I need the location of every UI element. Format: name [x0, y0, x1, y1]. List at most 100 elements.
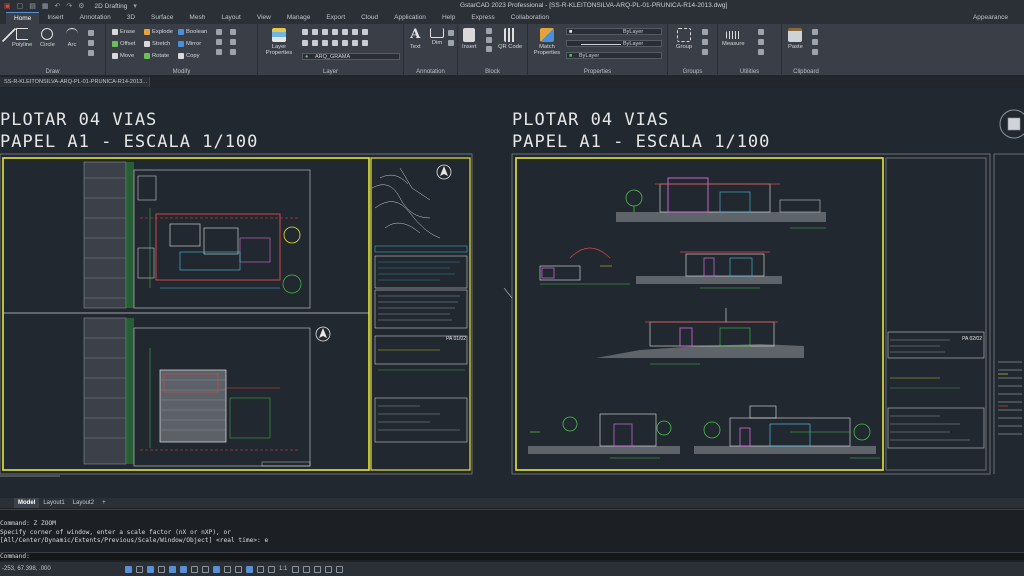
copy-base-icon[interactable] — [812, 49, 818, 55]
tab-annotation[interactable]: Annotation — [72, 12, 119, 24]
quick-select-icon[interactable] — [758, 29, 764, 35]
workspace-switch-icon[interactable] — [292, 565, 300, 573]
navigation-cube-icon[interactable] — [999, 109, 1024, 139]
hardware-acceleration-icon[interactable] — [314, 565, 322, 573]
stretch-button[interactable]: Stretch — [144, 41, 170, 47]
tab-view[interactable]: View — [249, 12, 279, 24]
auto-scale-icon[interactable] — [257, 565, 264, 573]
model-space-icon[interactable] — [125, 565, 132, 573]
dynamic-input-icon[interactable] — [202, 565, 209, 573]
tab-home[interactable]: Home — [6, 12, 40, 24]
id-point-icon[interactable] — [758, 49, 764, 55]
command-input[interactable]: Command: — [0, 551, 1024, 560]
app-menu-icon[interactable]: ▣ — [4, 2, 11, 10]
polar-tracking-icon[interactable] — [169, 565, 176, 573]
calculator-icon[interactable] — [758, 39, 764, 45]
workspace-selector[interactable]: 2D Drafting — [95, 3, 128, 10]
chevron-down-icon[interactable]: ▾ — [133, 2, 137, 10]
polyline-button[interactable]: Polyline — [12, 28, 32, 48]
ungroup-icon[interactable] — [702, 29, 708, 35]
join-icon[interactable] — [230, 49, 236, 55]
tab-surface[interactable]: Surface — [143, 12, 181, 24]
layer-previous-icon[interactable] — [302, 40, 308, 46]
redo-icon[interactable]: ↷ — [66, 2, 72, 10]
tab-cloud[interactable]: Cloud — [353, 12, 386, 24]
undo-icon[interactable]: ↶ — [55, 2, 61, 10]
boolean-button[interactable]: Boolean — [178, 29, 207, 35]
copy-button[interactable]: Copy — [178, 53, 200, 59]
match-properties-button[interactable]: Match Properties — [532, 28, 562, 56]
save-icon[interactable]: ▦ — [42, 2, 49, 10]
spline-icon[interactable] — [88, 50, 94, 56]
scale-icon[interactable] — [230, 29, 236, 35]
layer-properties-button[interactable]: Layer Properties — [264, 28, 294, 56]
trim-icon[interactable] — [216, 29, 222, 35]
annotation-scale-value[interactable]: 1:1 — [279, 566, 287, 572]
tab-insert[interactable]: Insert — [39, 12, 71, 24]
qr-code-button[interactable]: QR Code — [498, 28, 522, 50]
tab-express[interactable]: Express — [463, 12, 502, 24]
open-icon[interactable]: ▤ — [29, 2, 36, 10]
tab-export[interactable]: Export — [318, 12, 353, 24]
dim-button[interactable]: Dim — [430, 28, 444, 46]
rectangle-icon[interactable] — [88, 30, 94, 36]
current-layer-dropdown[interactable]: ARQ_GRAMA ● — [302, 53, 400, 60]
tab-layout[interactable]: Layout — [213, 12, 249, 24]
isolate-objects-icon[interactable] — [303, 565, 311, 573]
layer-isolate-icon[interactable] — [312, 29, 318, 35]
customize-icon[interactable] — [336, 565, 344, 573]
annotation-visibility-icon[interactable] — [246, 565, 253, 573]
layer-freeze-icon[interactable] — [332, 29, 338, 35]
cut-icon[interactable] — [812, 29, 818, 35]
tab-3d[interactable]: 3D — [119, 12, 143, 24]
drawing-canvas[interactable]: PLOTAR 04 VIAS PAPEL A1 - ESCALA 1/100 P… — [0, 88, 1024, 498]
hatch-icon[interactable] — [88, 40, 94, 46]
text-button[interactable]: A Text — [410, 28, 421, 51]
object-snap-tracking-icon[interactable] — [191, 565, 198, 573]
transparency-icon[interactable] — [224, 565, 231, 573]
layer-thaw-icon[interactable] — [332, 40, 338, 46]
color-dropdown[interactable]: ■ ByLayer — [566, 28, 662, 35]
coordinates-readout[interactable]: -253, 67.398, .000 — [0, 566, 120, 572]
tab-layout2[interactable]: Layout2 — [69, 498, 98, 508]
file-tab[interactable]: SS-R-KLEITONSILVA-ARQ-PL-01-PRUNICA-R14-… — [0, 77, 150, 87]
leader-icon[interactable] — [448, 30, 454, 36]
layer-match-icon[interactable] — [352, 29, 358, 35]
tab-model[interactable]: Model — [14, 498, 40, 508]
appearance-menu[interactable]: Appearance — [973, 12, 1008, 24]
layer-unisolate-icon[interactable] — [312, 40, 318, 46]
group-edit-icon[interactable] — [702, 39, 708, 45]
group-select-icon[interactable] — [702, 49, 708, 55]
layer-copy-icon[interactable] — [352, 40, 358, 46]
insert-block-button[interactable]: Insert — [462, 28, 477, 50]
tab-collaboration[interactable]: Collaboration — [503, 12, 557, 24]
layer-off-icon[interactable] — [322, 29, 328, 35]
group-button[interactable]: Group — [676, 28, 692, 50]
lineweight-dropdown[interactable]: ByLayer — [566, 40, 662, 47]
grid-icon[interactable] — [136, 565, 143, 573]
workspace-gear-icon[interactable]: ⚙ — [78, 2, 84, 10]
copy-clip-icon[interactable] — [812, 39, 818, 45]
layer-on-icon[interactable] — [322, 40, 328, 46]
selection-cycling-icon[interactable] — [235, 565, 242, 573]
tab-help[interactable]: Help — [434, 12, 463, 24]
annotation-scale-icon[interactable] — [268, 565, 275, 573]
clean-screen-icon[interactable] — [325, 565, 333, 573]
table-icon[interactable] — [448, 40, 454, 46]
erase-button[interactable]: Erase — [112, 29, 135, 35]
layer-walk-icon[interactable] — [362, 29, 368, 35]
mirror-button[interactable]: Mirror — [178, 41, 201, 47]
snap-icon[interactable] — [147, 565, 154, 573]
ortho-icon[interactable] — [158, 565, 165, 573]
offset-button[interactable]: Offset — [112, 41, 135, 47]
layer-lock-icon[interactable] — [342, 29, 348, 35]
object-snap-icon[interactable] — [180, 565, 187, 573]
layer-unlock-icon[interactable] — [342, 40, 348, 46]
move-button[interactable]: Move — [112, 53, 134, 59]
measure-button[interactable]: Measure — [722, 28, 745, 47]
tab-manage[interactable]: Manage — [279, 12, 319, 24]
arc-button[interactable]: Arc — [66, 28, 78, 48]
create-block-icon[interactable] — [486, 28, 492, 34]
attribute-icon[interactable] — [486, 46, 492, 52]
add-layout-button[interactable]: + — [98, 498, 110, 508]
